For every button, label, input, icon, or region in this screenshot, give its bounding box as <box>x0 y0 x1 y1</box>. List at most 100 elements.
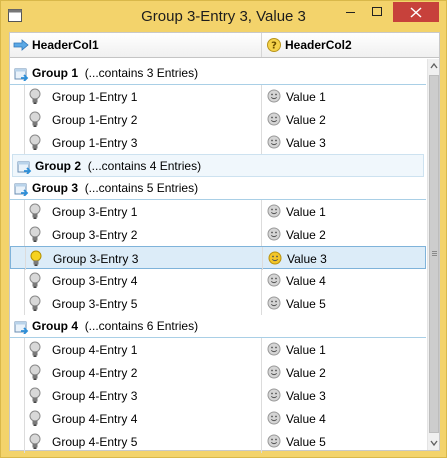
entry-cell[interactable]: Group 4-Entry 3 <box>24 384 260 407</box>
group-label: Group 2 (...contains 4 Entries) <box>35 159 201 173</box>
table-row[interactable]: Group 4-Entry 5 Value 5 <box>10 430 426 453</box>
minimize-button[interactable] <box>337 2 363 22</box>
entry-label: Group 3-Entry 2 <box>52 228 138 242</box>
group-summary: (...contains 4 Entries) <box>87 159 202 173</box>
value-label: Value 2 <box>286 366 326 380</box>
maximize-button[interactable] <box>363 2 390 22</box>
value-cell[interactable]: Value 3 <box>262 247 427 270</box>
entry-label: Group 3-Entry 5 <box>52 297 138 311</box>
tree-table: HeaderCol1 ? HeaderCol2 Group 1 (...cont… <box>9 32 440 453</box>
entry-label: Group 4-Entry 4 <box>52 412 138 426</box>
lightbulb-icon <box>30 250 42 266</box>
value-label: Value 3 <box>287 252 327 266</box>
scroll-thumb[interactable] <box>429 75 439 433</box>
group-summary: (...contains 6 Entries) <box>84 319 199 333</box>
entry-cell[interactable]: Group 3-Entry 2 <box>24 223 260 246</box>
group-name: Group 3 <box>32 181 79 195</box>
value-cell[interactable]: Value 5 <box>261 430 426 453</box>
lightbulb-icon <box>29 433 41 449</box>
smiley-icon <box>267 342 281 356</box>
value-cell[interactable]: Value 1 <box>261 200 426 223</box>
value-cell[interactable]: Value 4 <box>261 269 426 292</box>
value-cell[interactable]: Value 3 <box>261 384 426 407</box>
value-cell[interactable]: Value 2 <box>261 108 426 131</box>
smiley-icon <box>267 112 281 126</box>
group-row[interactable]: Group 3 (...contains 5 Entries) <box>10 177 426 200</box>
header-col1[interactable]: HeaderCol1 <box>13 33 259 57</box>
smiley-icon <box>268 251 282 265</box>
table-row[interactable]: Group 3-Entry 4 Value 4 <box>10 269 426 292</box>
entry-label: Group 4-Entry 5 <box>52 435 138 449</box>
entry-label: Group 4-Entry 3 <box>52 389 138 403</box>
column-header: HeaderCol1 ? HeaderCol2 <box>10 33 439 58</box>
scroll-down-button[interactable] <box>428 436 440 450</box>
value-label: Value 2 <box>286 113 326 127</box>
value-label: Value 4 <box>286 274 326 288</box>
header-col1-label: HeaderCol1 <box>32 38 99 52</box>
selected-table-row[interactable]: Group 3-Entry 3 Value 3 <box>10 246 427 270</box>
value-cell[interactable]: Value 3 <box>261 131 426 154</box>
entry-label: Group 1-Entry 1 <box>52 90 138 104</box>
value-label: Value 1 <box>286 90 326 104</box>
minimize-icon <box>346 12 355 13</box>
value-cell[interactable]: Value 4 <box>261 407 426 430</box>
chevron-up-icon <box>430 62 438 69</box>
group-folder-icon <box>14 183 29 196</box>
group-row[interactable]: Group 2 (...contains 4 Entries) <box>12 154 424 177</box>
close-button[interactable] <box>393 2 439 22</box>
entry-cell[interactable]: Group 4-Entry 4 <box>24 407 260 430</box>
entry-cell[interactable]: Group 4-Entry 5 <box>24 430 260 453</box>
group-label: Group 4 (...contains 6 Entries) <box>32 319 198 333</box>
grip-line <box>432 251 437 252</box>
entry-cell[interactable]: Group 4-Entry 1 <box>24 338 260 361</box>
svg-text:?: ? <box>271 41 277 52</box>
value-cell[interactable]: Value 2 <box>261 361 426 384</box>
arrow-right-icon <box>13 37 29 53</box>
smiley-icon <box>267 204 281 218</box>
group-row[interactable]: Group 4 (...contains 6 Entries) <box>10 315 426 338</box>
table-row[interactable]: Group 4-Entry 3 Value 3 <box>10 384 426 407</box>
table-row[interactable]: Group 4-Entry 1 Value 1 <box>10 338 426 361</box>
entry-cell[interactable]: Group 1-Entry 3 <box>24 131 260 154</box>
table-row[interactable]: Group 4-Entry 4 Value 4 <box>10 407 426 430</box>
entry-cell[interactable]: Group 1-Entry 2 <box>24 108 260 131</box>
header-col2[interactable]: ? HeaderCol2 <box>261 33 425 57</box>
value-cell[interactable]: Value 1 <box>261 338 426 361</box>
lightbulb-icon <box>29 134 41 150</box>
table-row[interactable]: Group 4-Entry 2 Value 2 <box>10 361 426 384</box>
entry-cell[interactable]: Group 3-Entry 4 <box>24 269 260 292</box>
entry-cell[interactable]: Group 4-Entry 2 <box>24 361 260 384</box>
value-label: Value 4 <box>286 412 326 426</box>
maximize-icon <box>372 7 382 16</box>
chevron-down-icon <box>430 440 438 447</box>
vertical-scrollbar[interactable] <box>427 59 439 450</box>
entry-cell[interactable]: Group 3-Entry 3 <box>25 247 261 270</box>
scroll-up-button[interactable] <box>428 59 440 73</box>
entry-cell[interactable]: Group 3-Entry 1 <box>24 200 260 223</box>
smiley-icon <box>267 411 281 425</box>
table-row[interactable]: Group 1-Entry 2 Value 2 <box>10 108 426 131</box>
smiley-icon <box>267 227 281 241</box>
value-cell[interactable]: Value 5 <box>261 292 426 315</box>
table-row[interactable]: Group 3-Entry 1 Value 1 <box>10 200 426 223</box>
group-folder-icon <box>14 68 29 81</box>
group-name: Group 1 <box>32 66 79 80</box>
title-bar[interactable]: Group 3-Entry 3, Value 3 <box>1 1 446 32</box>
lightbulb-icon <box>29 387 41 403</box>
entry-cell[interactable]: Group 3-Entry 5 <box>24 292 260 315</box>
table-row[interactable]: Group 1-Entry 3 Value 3 <box>10 131 426 154</box>
lightbulb-icon <box>29 295 41 311</box>
value-cell[interactable]: Value 2 <box>261 223 426 246</box>
group-name: Group 2 <box>35 159 82 173</box>
group-row[interactable]: Group 1 (...contains 3 Entries) <box>10 62 426 85</box>
table-row[interactable]: Group 1-Entry 1 Value 1 <box>10 85 426 108</box>
lightbulb-icon <box>29 88 41 104</box>
entry-cell[interactable]: Group 1-Entry 1 <box>24 85 260 108</box>
value-cell[interactable]: Value 1 <box>261 85 426 108</box>
value-label: Value 5 <box>286 297 326 311</box>
value-label: Value 1 <box>286 205 326 219</box>
smiley-icon <box>267 273 281 287</box>
table-row[interactable]: Group 3-Entry 2 Value 2 <box>10 223 426 246</box>
table-row[interactable]: Group 3-Entry 5 Value 5 <box>10 292 426 315</box>
lightbulb-icon <box>29 111 41 127</box>
